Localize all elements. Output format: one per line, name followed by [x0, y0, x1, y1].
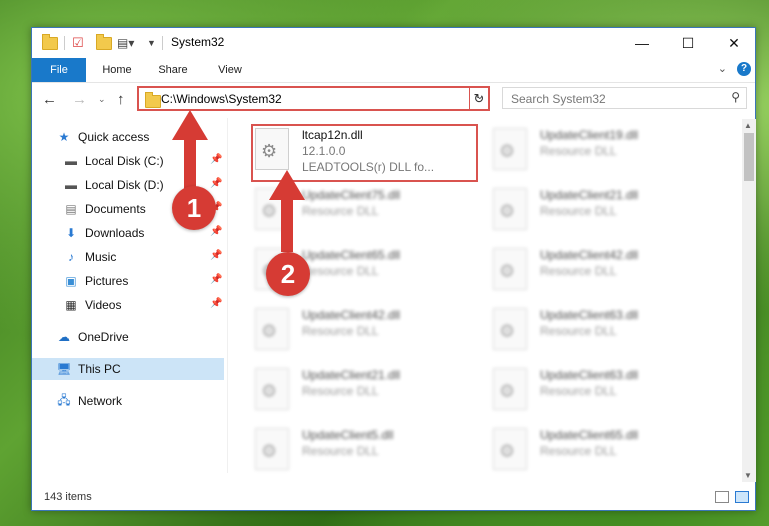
arrow-to-address-bar	[172, 110, 208, 190]
arrow-to-file	[269, 170, 305, 252]
step-2-callout: 2	[266, 252, 310, 296]
step-1-callout: 1	[172, 186, 216, 230]
annotation-arrows	[172, 110, 305, 252]
